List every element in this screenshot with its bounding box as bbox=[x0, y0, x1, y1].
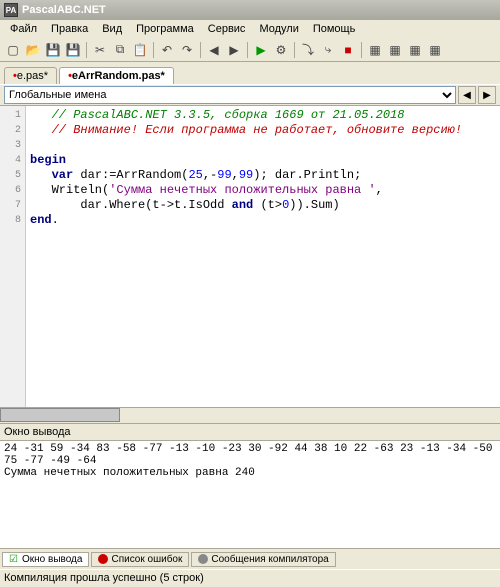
open-file-button[interactable]: 📂 bbox=[24, 41, 42, 59]
code-area[interactable]: // PascalABC.NET 3.3.5, сборка 1669 от 2… bbox=[26, 106, 500, 407]
menu-item[interactable]: Файл bbox=[4, 21, 43, 37]
menu-item[interactable]: Правка bbox=[45, 21, 94, 37]
save-all-button[interactable]: 💾 bbox=[64, 41, 82, 59]
new-file-button[interactable]: ▢ bbox=[4, 41, 22, 59]
stop-button[interactable]: ■ bbox=[339, 41, 357, 59]
code-line[interactable]: Writeln('Сумма нечетных положительных ра… bbox=[30, 183, 496, 198]
menu-item[interactable]: Модули bbox=[253, 21, 304, 37]
titlebar: PA PascalABC.NET bbox=[0, 0, 500, 20]
compile-button[interactable]: ⚙ bbox=[272, 41, 290, 59]
bottom-tab-label: Окно вывода bbox=[22, 554, 82, 565]
toolbar-sep bbox=[361, 42, 362, 58]
nav-back-button[interactable]: ◀ bbox=[458, 86, 476, 104]
file-tabs: •e.pas*•eArrRandom.pas* bbox=[0, 62, 500, 84]
tab-label: eArrRandom.pas* bbox=[72, 70, 165, 82]
file-tab[interactable]: •e.pas* bbox=[4, 67, 57, 84]
output-panel[interactable]: 24 -31 59 -34 83 -58 -77 -13 -10 -23 30 … bbox=[0, 441, 500, 549]
bottom-tabs: ☑Окно вывода Список ошибок Сообщения компи… bbox=[0, 549, 500, 569]
paste-button[interactable]: 📋 bbox=[131, 41, 149, 59]
bottom-tab[interactable]: ☑Окно вывода bbox=[2, 552, 89, 567]
horizontal-scrollbar[interactable] bbox=[0, 407, 500, 423]
bottom-tab-label: Сообщения компилятора bbox=[211, 554, 328, 565]
bullet-icon bbox=[198, 554, 208, 564]
scope-navbar: Глобальные имена ◀ ▶ bbox=[0, 84, 500, 106]
code-line[interactable] bbox=[30, 138, 496, 153]
menu-item[interactable]: Вид bbox=[96, 21, 128, 37]
check-icon: ☑ bbox=[9, 554, 19, 564]
menu-item[interactable]: Сервис bbox=[202, 21, 252, 37]
line-number: 3 bbox=[0, 138, 21, 153]
forward-button[interactable]: ▶ bbox=[225, 41, 243, 59]
tool-button[interactable]: ▦ bbox=[366, 41, 384, 59]
code-line[interactable]: dar.Where(t->t.IsOdd and (t>0)).Sum) bbox=[30, 198, 496, 213]
toolbar-sep bbox=[247, 42, 248, 58]
line-number: 5 bbox=[0, 168, 21, 183]
toolbar-sep bbox=[200, 42, 201, 58]
line-number: 2 bbox=[0, 123, 21, 138]
menu-item[interactable]: Программа bbox=[130, 21, 200, 37]
toolbar-sep bbox=[294, 42, 295, 58]
undo-button[interactable]: ↶ bbox=[158, 41, 176, 59]
scrollbar-thumb[interactable] bbox=[0, 408, 120, 422]
tool-button[interactable]: ▦ bbox=[386, 41, 404, 59]
menubar: ФайлПравкаВидПрограммаСервисМодулиПомощь bbox=[0, 20, 500, 38]
line-number: 7 bbox=[0, 198, 21, 213]
copy-button[interactable]: ⧉ bbox=[111, 41, 129, 59]
run-button[interactable]: ▶ bbox=[252, 41, 270, 59]
tool-button[interactable]: ▦ bbox=[426, 41, 444, 59]
code-line[interactable]: var dar:=ArrRandom(25,-99,99); dar.Print… bbox=[30, 168, 496, 183]
file-tab[interactable]: •eArrRandom.pas* bbox=[59, 67, 174, 84]
menu-item[interactable]: Помощь bbox=[307, 21, 362, 37]
toolbar: ▢ 📂 💾 💾 ✂ ⧉ 📋 ↶ ↷ ◀ ▶ ▶ ⚙ ⤵ ⤷ ■ ▦ ▦ ▦ ▦ bbox=[0, 38, 500, 62]
line-number: 4 bbox=[0, 153, 21, 168]
back-button[interactable]: ◀ bbox=[205, 41, 223, 59]
step-into-button[interactable]: ⤷ bbox=[319, 41, 337, 59]
save-button[interactable]: 💾 bbox=[44, 41, 62, 59]
window-title: PascalABC.NET bbox=[22, 4, 106, 16]
toolbar-sep bbox=[86, 42, 87, 58]
scope-dropdown[interactable]: Глобальные имена bbox=[4, 86, 456, 104]
redo-button[interactable]: ↷ bbox=[178, 41, 196, 59]
code-line[interactable]: // Внимание! Если программа не работает,… bbox=[30, 123, 496, 138]
line-gutter: 12345678 bbox=[0, 106, 26, 407]
tab-label: e.pas* bbox=[17, 70, 48, 82]
code-editor[interactable]: 12345678 // PascalABC.NET 3.3.5, сборка … bbox=[0, 106, 500, 407]
bottom-tab-label: Список ошибок bbox=[111, 554, 182, 565]
code-line[interactable]: end. bbox=[30, 213, 496, 228]
line-number: 8 bbox=[0, 213, 21, 228]
step-over-button[interactable]: ⤵ bbox=[299, 41, 317, 59]
bottom-tab[interactable]: Сообщения компилятора bbox=[191, 552, 335, 567]
cut-button[interactable]: ✂ bbox=[91, 41, 109, 59]
toolbar-sep bbox=[153, 42, 154, 58]
output-header: Окно вывода bbox=[0, 423, 500, 441]
statusbar: Компиляция прошла успешно (5 строк) bbox=[0, 569, 500, 587]
nav-forward-button[interactable]: ▶ bbox=[478, 86, 496, 104]
code-line[interactable]: // PascalABC.NET 3.3.5, сборка 1669 от 2… bbox=[30, 108, 496, 123]
line-number: 1 bbox=[0, 108, 21, 123]
bottom-tab[interactable]: Список ошибок bbox=[91, 552, 189, 567]
line-number: 6 bbox=[0, 183, 21, 198]
bullet-icon bbox=[98, 554, 108, 564]
app-icon: PA bbox=[4, 3, 18, 17]
code-line[interactable]: begin bbox=[30, 153, 496, 168]
tool-button[interactable]: ▦ bbox=[406, 41, 424, 59]
